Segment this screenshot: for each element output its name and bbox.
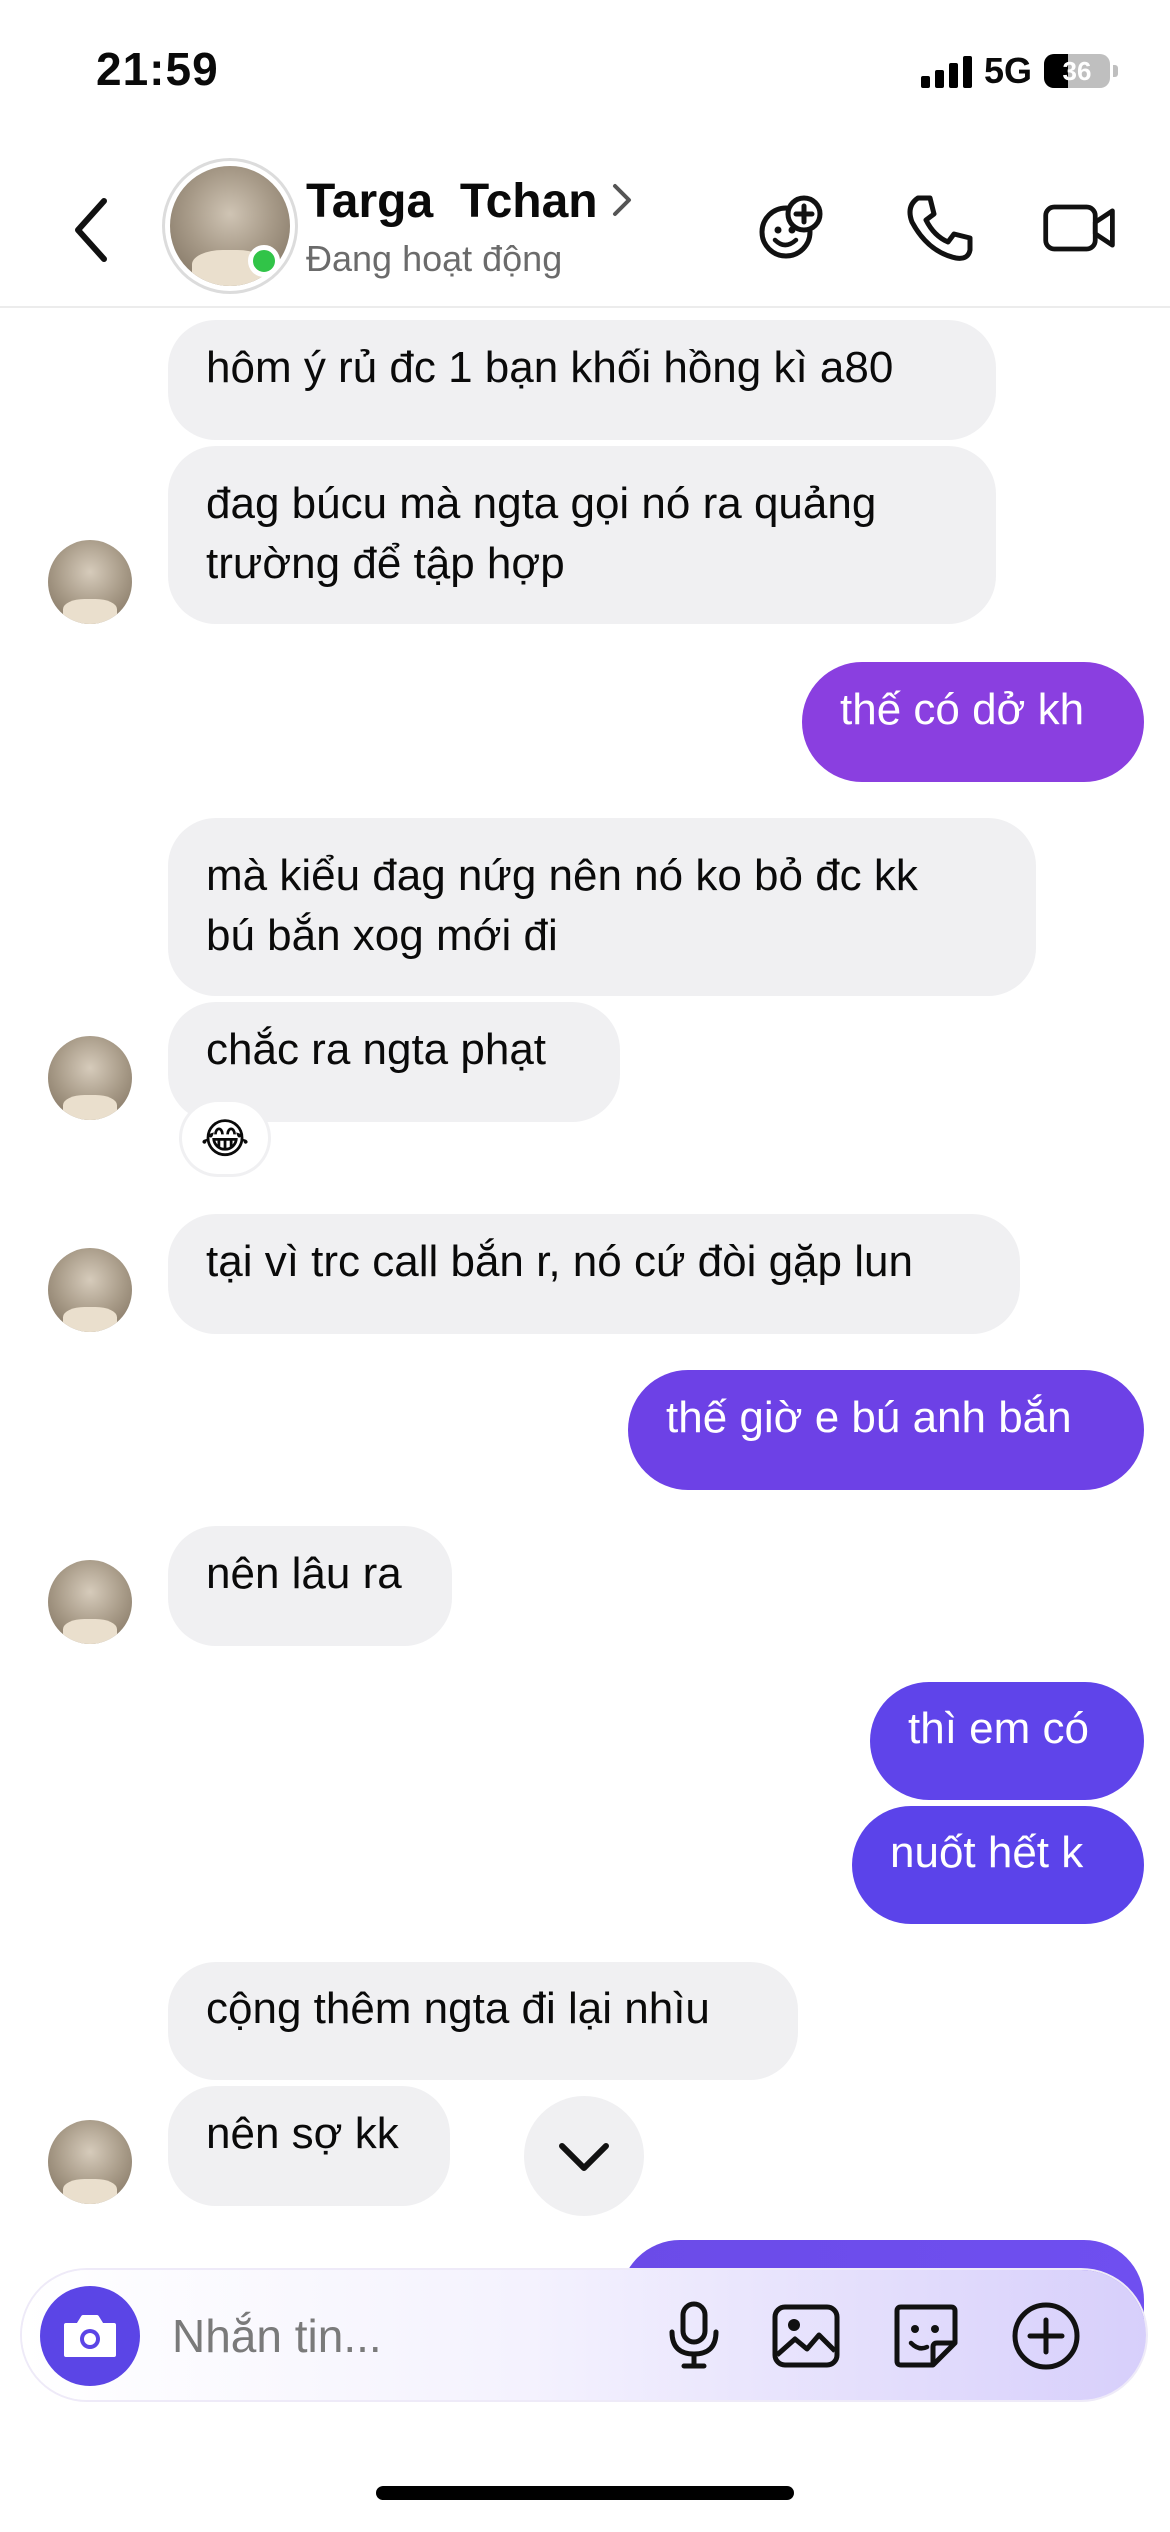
message-bubble-incoming[interactable]: tại vì trc call bắn r, nó cứ đòi gặp lun xyxy=(168,1214,1020,1334)
message-bubble-outgoing[interactable]: thế giờ e bú anh bắn xyxy=(628,1370,1144,1490)
contact-name[interactable]: Targa Tchan xyxy=(306,174,598,229)
chat-header: Targa Tchan Đang hoạt động xyxy=(0,150,1170,308)
message-bubble-outgoing[interactable]: thì em có xyxy=(870,1682,1144,1800)
home-indicator[interactable] xyxy=(376,2486,794,2500)
plus-circle-icon[interactable] xyxy=(1006,2296,1086,2376)
online-indicator xyxy=(248,245,280,277)
message-line: bú bắn xog mới đi xyxy=(206,911,558,960)
message-bubble-incoming[interactable]: nên lâu ra xyxy=(168,1526,452,1646)
message-line: trường để tập hợp xyxy=(206,539,565,588)
status-time: 21:59 xyxy=(96,43,219,95)
message-bubble-incoming[interactable]: đag búcu mà ngta gọi nó ra quảng trường … xyxy=(168,446,996,624)
chevron-right-icon[interactable] xyxy=(610,180,634,230)
message-line: đag búcu mà ngta gọi nó ra quảng xyxy=(206,479,877,528)
reaction-badge[interactable]: 😂 xyxy=(182,1102,268,1174)
status-indicators: 5G 36 xyxy=(920,50,1118,92)
add-emoji-icon[interactable] xyxy=(752,188,832,268)
camera-button[interactable] xyxy=(40,2286,140,2386)
sender-avatar[interactable] xyxy=(48,540,132,624)
image-icon[interactable] xyxy=(766,2296,846,2376)
camera-icon xyxy=(64,2315,116,2357)
microphone-icon[interactable] xyxy=(654,2296,734,2376)
back-chevron-icon[interactable] xyxy=(70,195,110,265)
message-bubble-incoming[interactable]: mà kiểu đag nứg nên nó ko bỏ đc kk bú bắ… xyxy=(168,818,1036,996)
message-bubble-incoming[interactable]: cộng thêm ngta đi lại nhìu xyxy=(168,1962,798,2080)
contact-status: Đang hoạt động xyxy=(306,238,563,279)
chevron-down-icon xyxy=(559,2143,609,2171)
battery-icon: 36 xyxy=(1044,54,1110,88)
message-bubble-incoming[interactable]: nên sợ kk xyxy=(168,2086,450,2206)
battery-level: 36 xyxy=(1062,55,1092,86)
network-type: 5G xyxy=(983,50,1032,91)
sender-avatar[interactable] xyxy=(48,2120,132,2204)
message-input[interactable] xyxy=(170,2300,654,2372)
sender-avatar[interactable] xyxy=(48,1036,132,1120)
sender-avatar[interactable] xyxy=(48,1560,132,1644)
phone-icon[interactable] xyxy=(898,188,978,268)
message-bubble-incoming[interactable]: hôm ý rủ đc 1 bạn khối hồng kì a80 xyxy=(168,320,996,440)
message-bubble-outgoing[interactable]: thế có dở kh xyxy=(802,662,1144,782)
sticker-icon[interactable] xyxy=(886,2296,966,2376)
message-line: mà kiểu đag nứg nên nó ko bỏ đc kk xyxy=(206,851,918,900)
sender-avatar[interactable] xyxy=(48,1248,132,1332)
signal-icon xyxy=(920,54,972,88)
scroll-to-bottom-button[interactable] xyxy=(524,2096,644,2216)
message-bubble-outgoing[interactable]: nuốt hết k xyxy=(852,1806,1144,1924)
battery-cap xyxy=(1113,65,1118,77)
video-icon[interactable] xyxy=(1040,188,1120,268)
